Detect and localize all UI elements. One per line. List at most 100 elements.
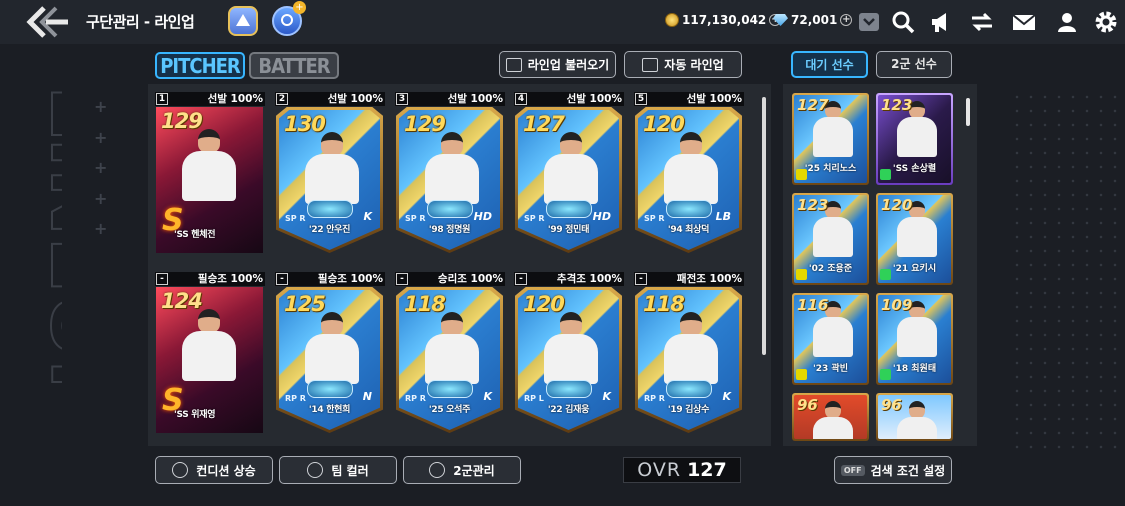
player-card[interactable]: SP R LB 120'94 최상덕 (635, 107, 742, 253)
player-name: '19 김상수 (667, 405, 710, 415)
player-portrait (538, 312, 604, 384)
player-ovr: 124 (161, 289, 203, 313)
event-icon[interactable] (228, 6, 258, 36)
tab-pitcher[interactable]: PITCHER (155, 52, 245, 79)
team-ovr-display: OVR 127 (623, 457, 741, 483)
search-icon[interactable] (891, 10, 915, 34)
player-portrait (299, 312, 365, 384)
load-lineup-label: 라인업 불러오기 (527, 58, 610, 72)
team-icon (307, 462, 324, 478)
team-color-label: 팀 컬러 (331, 463, 369, 478)
bench-scrollbar[interactable] (966, 98, 970, 126)
gold-currency: 117,130,042 + (665, 13, 782, 27)
slot-header: - 패전조 100% (634, 272, 744, 286)
player-portrait (419, 132, 485, 204)
slot-role: 승리조 100% (437, 273, 503, 285)
swap-icon[interactable] (970, 10, 994, 34)
bench-player-card[interactable]: 116'23 곽빈 (792, 293, 869, 385)
player-card[interactable]: RP R K 118'25 오석주 (396, 287, 503, 433)
slot-number: - (276, 273, 288, 285)
smile-icon (172, 462, 189, 478)
slot-header: - 필승조 100% (155, 272, 265, 286)
slot-header: 1 선발 100% (155, 92, 265, 106)
player-card[interactable]: S 129 'SS 헨체전 (156, 107, 263, 253)
auto-icon (642, 57, 659, 72)
bench-player-card[interactable]: 123 'SS 손상렬 (876, 93, 953, 185)
back-arrow-icon[interactable] (26, 6, 70, 38)
player-ovr: 118 (404, 292, 446, 316)
player-name: 'SS 헨체전 (174, 230, 216, 240)
auto-lineup-label: 자동 라인업 (664, 58, 724, 72)
condition-icon (796, 169, 807, 180)
slot-header: 2 선발 100% (275, 92, 385, 106)
tab-batter[interactable]: BATTER (249, 52, 339, 79)
player-card[interactable]: SP R HD 129'98 정명원 (396, 107, 503, 253)
slot-header: - 추격조 100% (514, 272, 624, 286)
card-emblem-icon (427, 200, 473, 218)
filter-label: 검색 조건 설정 (870, 463, 946, 478)
condition-icon (796, 369, 807, 380)
slot-number: - (396, 273, 408, 285)
ovr-label: OVR (637, 459, 682, 481)
shortcut-menu-icon[interactable] (857, 10, 881, 34)
slot-number: 4 (515, 93, 527, 105)
ovr-value: 127 (687, 459, 727, 481)
slot-role: 선발 100% (327, 93, 383, 105)
condition-icon (796, 269, 807, 280)
condition-icon (880, 369, 891, 380)
load-lineup-button[interactable]: 라인업 불러오기 (499, 51, 616, 78)
diamond-amount: 72,001 (791, 13, 838, 27)
profile-icon[interactable] (1055, 10, 1079, 34)
diamond-icon (773, 14, 788, 26)
lineup-scrollbar[interactable] (762, 97, 766, 355)
filter-toggle: OFF (840, 464, 865, 476)
tab-second-team-players[interactable]: 2군 선수 (876, 51, 952, 78)
player-ovr: 129 (404, 112, 446, 136)
player-ovr: 125 (284, 292, 326, 316)
player-ovr: 96 (797, 396, 818, 414)
second-team-manage-button[interactable]: 2군관리 (403, 456, 521, 484)
decorative-crosses: + + + + + (94, 97, 108, 238)
bus-icon (429, 462, 446, 478)
player-card[interactable]: RP L K 120'22 김재웅 (515, 287, 622, 433)
announcement-icon[interactable] (929, 10, 953, 34)
search-filter-button[interactable]: OFF 검색 조건 설정 (834, 456, 952, 484)
player-portrait (176, 309, 242, 381)
player-card[interactable]: SP R HD 127'99 정민태 (515, 107, 622, 253)
player-name: '22 김재웅 (547, 405, 590, 415)
slot-role: 선발 100% (207, 93, 263, 105)
bench-player-card[interactable]: 96 (876, 393, 953, 441)
svg-text:LINEUP: LINEUP (32, 85, 62, 419)
gold-amount: 117,130,042 (682, 13, 767, 27)
player-name: '94 최상덕 (667, 225, 710, 235)
player-card[interactable]: RP R N 125'14 한현희 (276, 287, 383, 433)
pass-icon[interactable] (272, 1, 306, 36)
slot-number: - (635, 273, 647, 285)
player-card[interactable]: S 124 'SS 위재영 (156, 287, 263, 433)
auto-lineup-button[interactable]: 자동 라인업 (624, 51, 742, 78)
slot-header: - 승리조 100% (395, 272, 505, 286)
player-ovr: 130 (284, 112, 326, 136)
mail-icon[interactable] (1012, 10, 1036, 34)
player-portrait (538, 132, 604, 204)
condition-up-button[interactable]: 컨디션 상승 (155, 456, 273, 484)
top-bar: 구단관리 - 라인업 117,130,042 + 72,001 + (0, 0, 1125, 44)
slot-role: 필승조 100% (197, 273, 263, 285)
player-ovr: 129 (161, 109, 203, 133)
bench-player-card[interactable]: 123'02 조용준 (792, 193, 869, 285)
settings-gear-icon[interactable] (1094, 10, 1118, 34)
bench-player-card[interactable]: 96 (792, 393, 869, 441)
bench-player-card[interactable]: 127'25 치리노스 (792, 93, 869, 185)
player-card[interactable]: SP R K 130'22 안우진 (276, 107, 383, 253)
player-portrait (299, 132, 365, 204)
slot-role: 추격조 100% (556, 273, 622, 285)
add-diamond-button[interactable]: + (840, 14, 853, 26)
player-portrait (419, 312, 485, 384)
team-color-button[interactable]: 팀 컬러 (279, 456, 397, 484)
tab-waiting-players[interactable]: 대기 선수 (791, 51, 868, 78)
slot-role: 패전조 100% (676, 273, 742, 285)
player-card[interactable]: RP R K 118'19 김상수 (635, 287, 742, 433)
player-ovr: 123 (797, 196, 829, 214)
bench-player-card[interactable]: 120'21 요키시 (876, 193, 953, 285)
bench-player-card[interactable]: 109'18 최원태 (876, 293, 953, 385)
